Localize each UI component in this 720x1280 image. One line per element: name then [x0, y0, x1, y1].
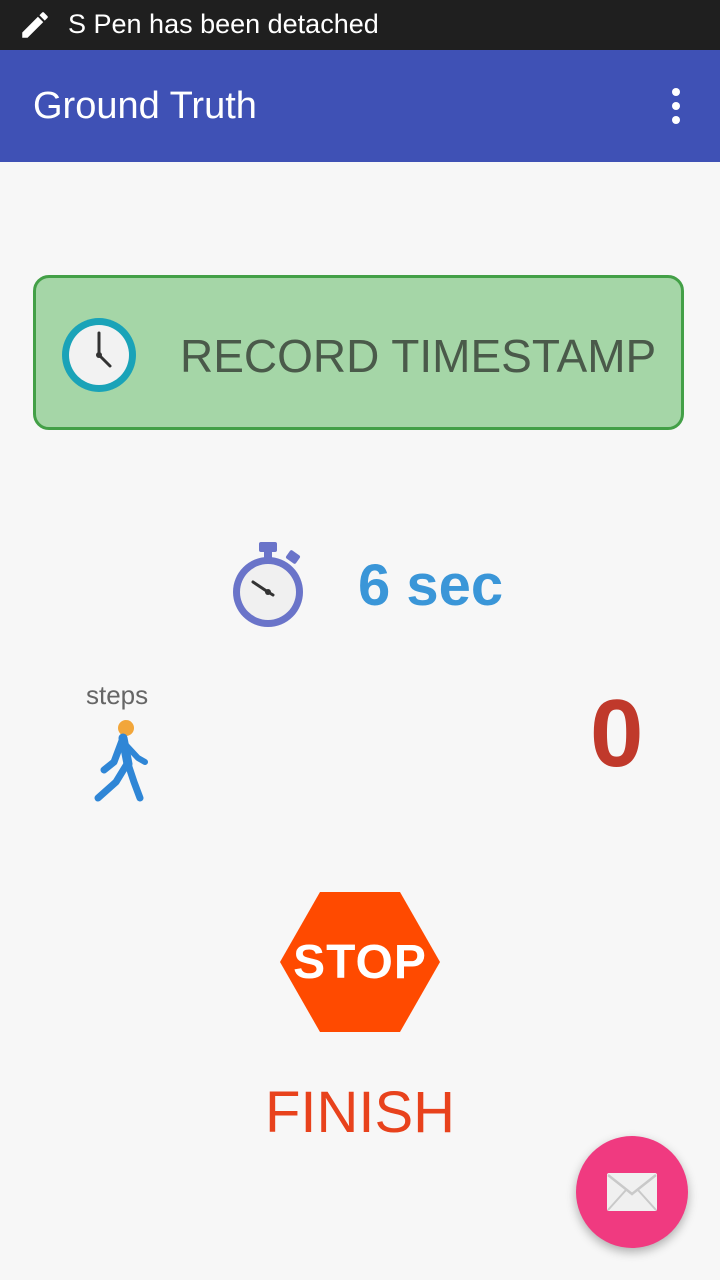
- more-vert-icon[interactable]: [656, 80, 696, 132]
- stop-button[interactable]: STOP: [278, 890, 442, 1034]
- mail-icon: [607, 1173, 657, 1211]
- clock-icon: [62, 318, 136, 392]
- stopwatch-icon: [233, 542, 303, 627]
- finish-label[interactable]: FINISH: [0, 1080, 720, 1146]
- record-timestamp-label: RECORD TIMESTAMP: [180, 330, 657, 382]
- steps-count: 0: [590, 680, 644, 787]
- status-bar: S Pen has been detached: [0, 0, 720, 50]
- elapsed-time: 6 sec: [358, 553, 504, 618]
- app-title: Ground Truth: [33, 85, 257, 127]
- send-email-fab[interactable]: [576, 1136, 688, 1248]
- pen-icon: [22, 12, 48, 38]
- walker-icon: [94, 720, 148, 802]
- app-bar: Ground Truth: [0, 50, 720, 162]
- status-notification-text: S Pen has been detached: [68, 9, 379, 39]
- steps-label: steps: [86, 680, 149, 710]
- record-timestamp-button[interactable]: RECORD TIMESTAMP: [33, 275, 684, 430]
- stop-sign-text: STOP: [293, 935, 427, 989]
